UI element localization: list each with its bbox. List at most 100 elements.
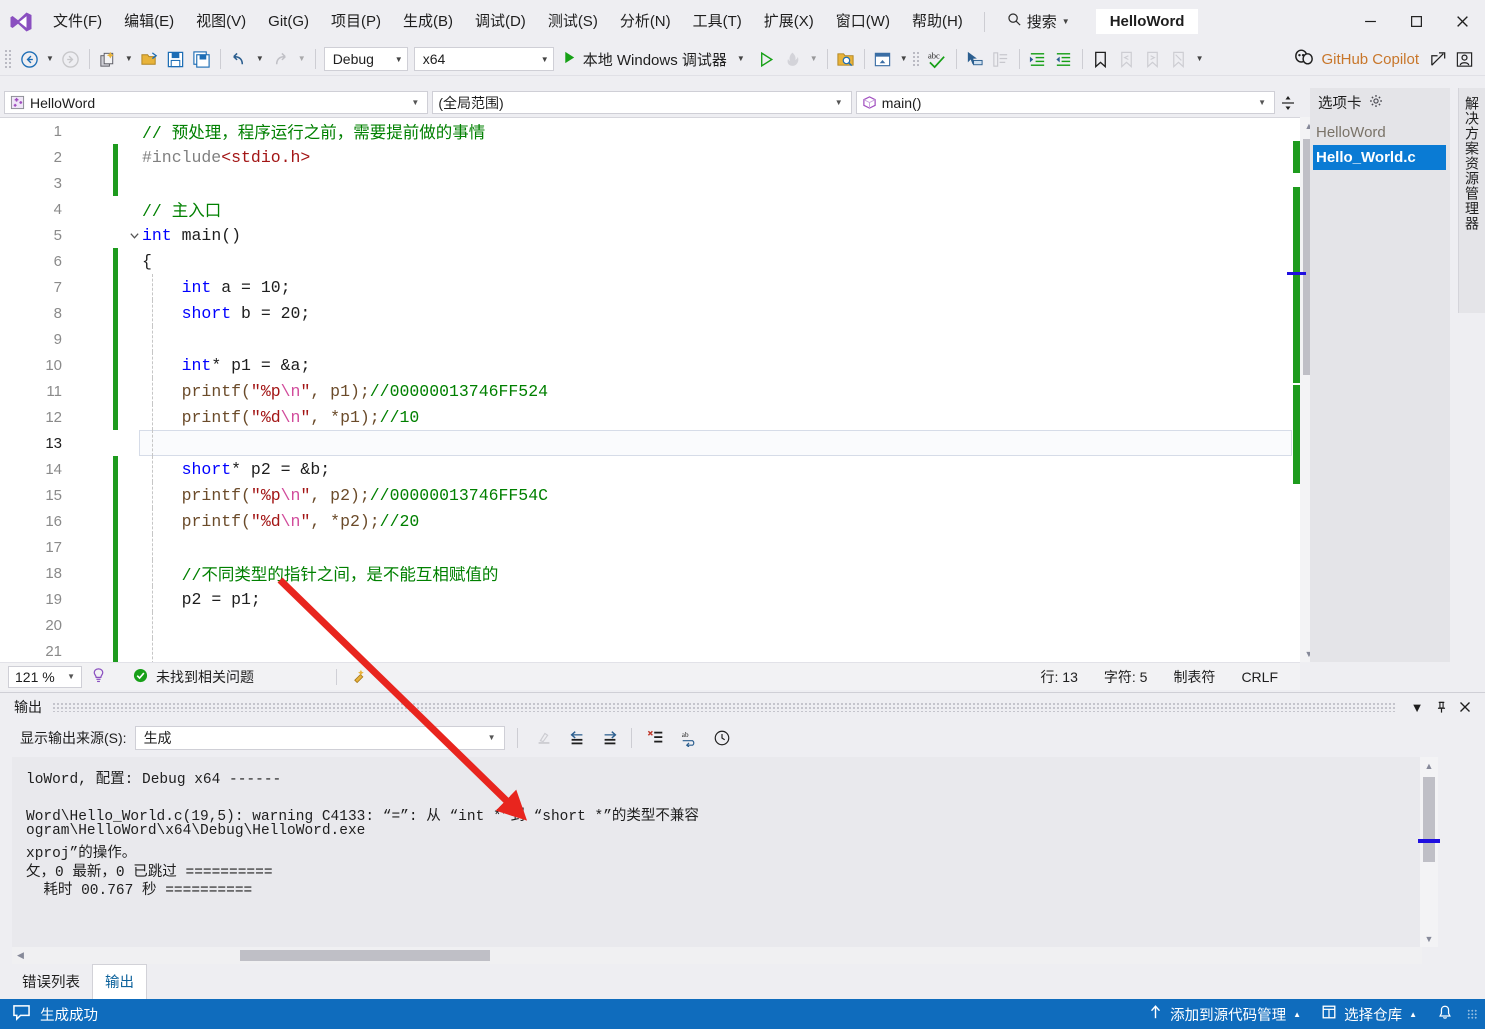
select-repository-button[interactable]: 选择仓库 ▲ [1311, 999, 1427, 1029]
output-horizontal-scrollbar[interactable]: ◀ [12, 947, 1422, 964]
undo-dropdown-icon[interactable]: ▼ [252, 55, 268, 63]
menu-build[interactable]: 生成(B) [392, 8, 464, 36]
comment-lines-icon[interactable] [988, 46, 1014, 72]
new-item-icon[interactable] [95, 46, 121, 72]
code-line[interactable]: 19 p2 = p1; [0, 586, 1300, 612]
code-line[interactable]: 8 short b = 20; [0, 300, 1300, 326]
toggle-word-wrap-icon[interactable]: ab [674, 725, 704, 751]
platform-combo[interactable]: x64 ▼ [413, 47, 554, 71]
share-icon[interactable] [1425, 46, 1451, 72]
code-line[interactable]: 4 // 主入口 [0, 196, 1300, 222]
code-line[interactable]: 5 int main() [0, 222, 1300, 248]
account-icon[interactable] [1451, 46, 1477, 72]
start-without-debugging-icon[interactable] [754, 46, 780, 72]
bookmark-next-icon[interactable] [1140, 46, 1166, 72]
solution-item-hello-world-c[interactable]: Hello_World.c [1313, 145, 1446, 170]
github-copilot-button[interactable]: GitHub Copilot [1288, 46, 1425, 72]
go-to-previous-message-icon[interactable] [562, 725, 592, 751]
intellisense-lightbulb-icon[interactable] [82, 667, 115, 687]
go-to-next-message-icon[interactable] [595, 725, 625, 751]
menu-tools[interactable]: 工具(T) [682, 8, 753, 36]
code-line[interactable]: 17 [0, 534, 1300, 560]
code-line[interactable]: 6{ [0, 248, 1300, 274]
pin-icon[interactable] [1429, 695, 1453, 719]
chevron-down-icon[interactable]: ▼ [1405, 695, 1429, 719]
open-file-icon[interactable] [137, 46, 163, 72]
close-icon[interactable] [1453, 695, 1477, 719]
menu-project[interactable]: 项目(P) [320, 8, 392, 36]
navigate-forward-icon[interactable] [58, 46, 84, 72]
scroll-up-icon[interactable]: ▲ [1420, 757, 1438, 774]
scope-selector[interactable]: (全局范围) ▼ [432, 91, 852, 114]
menu-git[interactable]: Git(G) [257, 8, 320, 36]
maximize-button[interactable] [1393, 0, 1439, 43]
code-line[interactable]: 2 #include<stdio.h> [0, 144, 1300, 170]
navigate-back-dropdown-icon[interactable]: ▼ [42, 55, 58, 63]
output-hscroll-thumb[interactable] [240, 950, 490, 961]
output-history-icon[interactable] [707, 725, 737, 751]
split-window-icon[interactable] [1279, 95, 1296, 111]
gear-icon[interactable] [1369, 94, 1383, 112]
start-debugging-button[interactable]: 本地 Windows 调试器 ▼ [557, 46, 754, 72]
navigate-back-icon[interactable] [16, 46, 42, 72]
code-line[interactable]: 10 int* p1 = &a; [0, 352, 1300, 378]
bookmark-previous-icon[interactable] [1114, 46, 1140, 72]
project-selector[interactable]: HelloWord ▼ [4, 91, 429, 114]
hot-reload-icon[interactable] [780, 46, 806, 72]
clear-all-icon[interactable] [529, 725, 559, 751]
scroll-left-icon[interactable]: ◀ [12, 947, 29, 964]
code-line[interactable]: 7 int a = 10; [0, 274, 1300, 300]
output-vertical-scrollbar[interactable]: ▲ ▼ [1418, 757, 1440, 947]
tab-error-list[interactable]: 错误列表 [10, 965, 92, 999]
code-line[interactable]: 9 [0, 326, 1300, 352]
redo-icon[interactable] [268, 46, 294, 72]
menu-edit[interactable]: 编辑(E) [113, 8, 185, 36]
code-line[interactable]: 21 [0, 638, 1300, 662]
member-selector[interactable]: main() ▼ [855, 91, 1276, 114]
window-layout-dropdown-icon[interactable]: ▼ [896, 55, 912, 63]
bookmark-clear-icon[interactable] [1166, 46, 1192, 72]
hot-reload-dropdown-icon[interactable]: ▼ [806, 55, 822, 63]
zoom-level-combo[interactable]: 121 % ▼ [8, 665, 82, 688]
increase-indent-icon[interactable] [1025, 46, 1051, 72]
code-line[interactable]: 1 // 预处理，程序运行之前，需要提前做的事情 [0, 118, 1300, 144]
code-cleanup-button[interactable]: ▼ [351, 667, 386, 687]
menu-debug[interactable]: 调试(D) [464, 8, 537, 36]
bookmark-icon[interactable] [1088, 46, 1114, 72]
spellcheck-abc-icon[interactable]: abc [924, 46, 951, 72]
undo-icon[interactable] [226, 46, 252, 72]
toolbar-grip[interactable] [4, 49, 13, 69]
menu-test[interactable]: 测试(S) [537, 8, 609, 36]
menu-file[interactable]: 文件(F) [42, 8, 113, 36]
pointer-select-icon[interactable] [962, 46, 988, 72]
menu-extensions[interactable]: 扩展(X) [753, 8, 825, 36]
new-item-dropdown-icon[interactable]: ▼ [121, 55, 137, 63]
output-scroll-thumb[interactable] [1423, 777, 1435, 862]
toolbar-overflow-icon[interactable]: ▼ [1192, 55, 1208, 63]
code-line[interactable]: 20 [0, 612, 1300, 638]
code-line[interactable]: 11 printf("%p\n", p1);//00000013746FF524 [0, 378, 1300, 404]
solution-explorer-vertical-tab[interactable]: 解决方案资源管理器 [1458, 88, 1485, 313]
code-line[interactable]: 14 short* p2 = &b; [0, 456, 1300, 482]
notification-bell-button[interactable] [1427, 999, 1463, 1029]
search-box[interactable]: 搜索 ▼ [999, 8, 1078, 35]
code-line[interactable]: 15 printf("%p\n", p2);//00000013746FF54C [0, 482, 1300, 508]
code-editor[interactable]: 1 // 预处理，程序运行之前，需要提前做的事情 2 #include<stdio.h… [0, 117, 1300, 662]
code-line[interactable]: 3 [0, 170, 1300, 196]
code-lines-container[interactable]: 1 // 预处理，程序运行之前，需要提前做的事情 2 #include<stdio.h… [0, 118, 1300, 662]
find-in-files-icon[interactable] [833, 46, 859, 72]
minimize-button[interactable] [1347, 0, 1393, 43]
window-layout-icon[interactable] [870, 46, 896, 72]
output-pane-drag-handle[interactable] [52, 702, 1395, 712]
solution-item-helloword[interactable]: HelloWord [1310, 120, 1450, 145]
save-all-icon[interactable] [189, 46, 215, 72]
output-text-area[interactable]: loWord, 配置: Debug x64 ------ Word\Hello_… [12, 757, 1422, 947]
scroll-down-icon[interactable]: ▼ [1420, 930, 1438, 947]
redo-dropdown-icon[interactable]: ▼ [294, 55, 310, 63]
menu-window[interactable]: 窗口(W) [825, 8, 901, 36]
save-icon[interactable] [163, 46, 189, 72]
code-line[interactable]: 13 [0, 430, 1300, 456]
fold-toggle-icon[interactable] [126, 222, 142, 248]
toolbar-grip-2[interactable] [911, 50, 921, 68]
code-line[interactable]: 18 //不同类型的指针之间，是不能互相赋值的 [0, 560, 1300, 586]
